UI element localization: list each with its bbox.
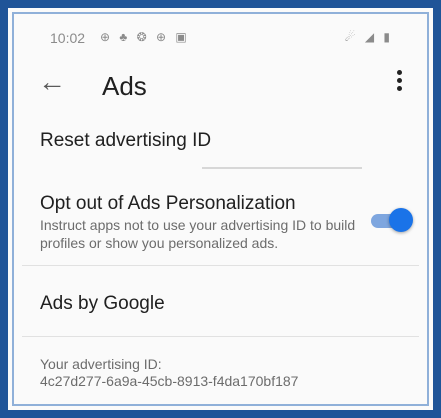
- status-bar: 10:02 ⊕ ♣ ❂ ⊕ ▣ ☄ ◢ ▮: [22, 20, 419, 54]
- reset-progress-line: [202, 167, 362, 169]
- system-status-icons: ☄ ◢ ▮: [344, 30, 393, 44]
- advertising-id-value: 4c27d277-6a9a-45cb-8913-f4da170bf187: [40, 373, 299, 389]
- page-title: Ads: [102, 71, 147, 101]
- opt-out-toggle[interactable]: [371, 208, 413, 232]
- back-arrow-icon[interactable]: ←: [38, 68, 66, 96]
- divider: [22, 336, 419, 337]
- reset-advertising-id-item[interactable]: Reset advertising ID: [40, 130, 211, 152]
- toggle-knob: [389, 208, 413, 232]
- opt-out-description: Instruct apps not to use your advertisin…: [40, 217, 356, 251]
- app-bar: ← Ads: [22, 58, 419, 118]
- opt-out-ads-personalization-label[interactable]: Opt out of Ads Personalization: [40, 193, 296, 215]
- notification-icons: ⊕ ♣ ❂ ⊕ ▣: [100, 30, 190, 44]
- phone-screen: 10:02 ⊕ ♣ ❂ ⊕ ▣ ☄ ◢ ▮ ← Ads Reset advert…: [22, 20, 419, 400]
- advertising-id-label: Your advertising ID:: [40, 356, 162, 372]
- screenshot-frame: 10:02 ⊕ ♣ ❂ ⊕ ▣ ☄ ◢ ▮ ← Ads Reset advert…: [0, 0, 441, 418]
- status-time: 10:02: [50, 30, 86, 46]
- ads-by-google-item[interactable]: Ads by Google: [40, 293, 165, 315]
- more-vert-icon[interactable]: [391, 67, 407, 94]
- divider: [22, 265, 419, 266]
